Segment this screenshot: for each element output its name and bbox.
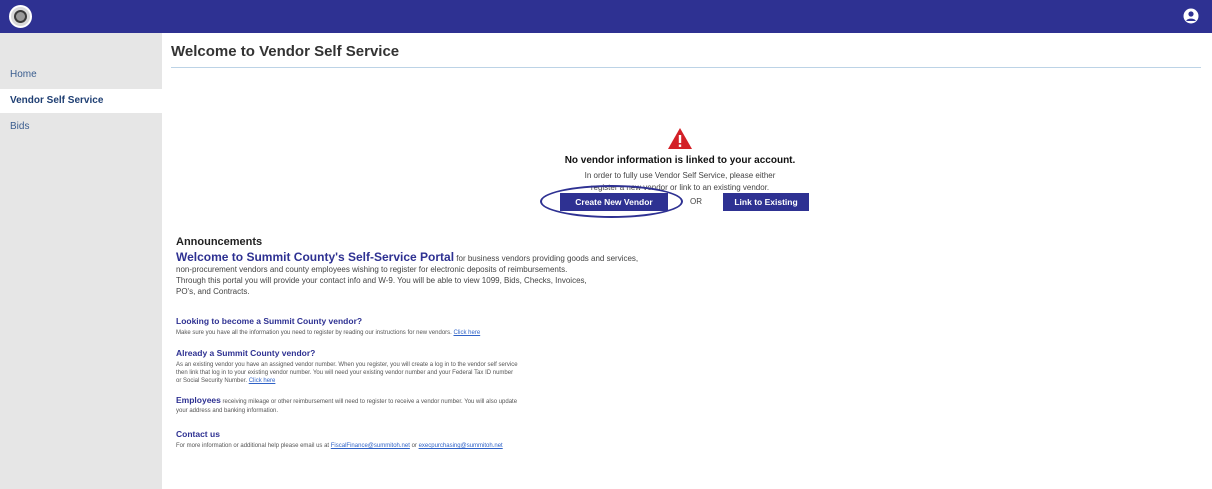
contact-us-heading: Contact us (176, 429, 220, 439)
welcome-text: PO's, and Contracts. (176, 287, 250, 296)
county-seal-icon[interactable] (9, 5, 32, 28)
welcome-strong-text: Welcome to Summit County's Self-Service … (176, 250, 455, 264)
warning-triangle-icon (668, 128, 692, 149)
contact-description: For more information or additional help … (176, 443, 330, 449)
employees-text: receiving mileage or other reimbursement… (220, 399, 518, 405)
new-vendor-click-here-link[interactable]: Click here (454, 330, 481, 336)
notice-heading: No vendor information is linked to your … (564, 155, 796, 166)
employees-text: your address and banking information. (176, 408, 279, 414)
welcome-text: for business vendors providing goods and… (454, 254, 639, 263)
existing-vendor-line: or Social Security Number. Click here (176, 377, 636, 385)
link-to-existing-button[interactable]: Link to Existing (723, 193, 809, 211)
announcements-heading: Announcements (176, 236, 263, 248)
notice-body-line: In order to fully use Vendor Self Servic… (584, 171, 776, 180)
or-separator: OR (690, 197, 702, 206)
existing-vendor-click-here-link[interactable]: Click here (249, 378, 276, 384)
sidebar-item-bids[interactable]: Bids (0, 115, 162, 139)
user-account-icon[interactable] (1183, 8, 1199, 24)
new-vendor-description: Make sure you have all the information y… (176, 330, 452, 336)
page-title: Welcome to Vendor Self Service (171, 43, 400, 60)
exec-purchasing-email-link[interactable]: execpurchasing@summitoh.net (419, 443, 503, 449)
new-vendor-heading: Looking to become a Summit County vendor… (176, 316, 363, 326)
existing-vendor-line: then link that log in to your existing v… (176, 370, 514, 376)
employees-paragraph: Employees receiving mileage or other rei… (176, 396, 636, 416)
sidebar: Home Vendor Self Service Bids (0, 33, 162, 489)
employees-strong-text: Employees (176, 395, 221, 405)
existing-vendor-heading: Already a Summit County vendor? (176, 348, 316, 358)
welcome-text: non-procurement vendors and county emplo… (176, 265, 568, 274)
fiscal-finance-email-link[interactable]: FiscalFinance@summitoh.net (331, 443, 410, 449)
existing-vendor-text: As an existing vendor you have an assign… (176, 361, 636, 385)
title-divider (171, 67, 1201, 68)
sidebar-item-vendor-self-service[interactable]: Vendor Self Service (0, 89, 162, 113)
top-navigation-bar (0, 0, 1212, 33)
existing-vendor-line-end: or Social Security Number. (176, 378, 248, 384)
contact-us-text: For more information or additional help … (176, 442, 656, 450)
contact-or-text: or (411, 443, 417, 449)
welcome-text: Through this portal you will provide you… (176, 276, 587, 285)
existing-vendor-line: As an existing vendor you have an assign… (176, 362, 518, 368)
sidebar-item-home[interactable]: Home (0, 63, 162, 87)
new-vendor-text: Make sure you have all the information y… (176, 329, 636, 337)
welcome-paragraph: Welcome to Summit County's Self-Service … (176, 250, 671, 297)
create-new-vendor-button[interactable]: Create New Vendor (560, 193, 668, 211)
